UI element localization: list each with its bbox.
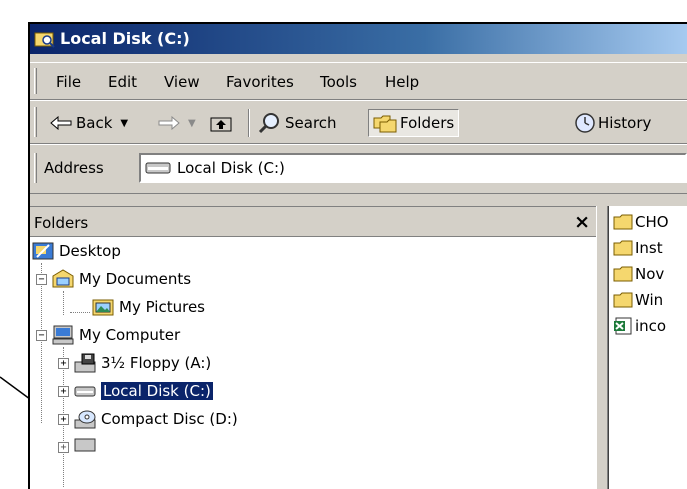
tree-item-floppy[interactable]: + 3½ Floppy (A:) [58, 349, 211, 377]
my-documents-icon [52, 269, 74, 288]
tree-item-partial[interactable]: + [58, 433, 101, 461]
up-folder-button[interactable] [210, 109, 232, 137]
file-item[interactable]: CHO [613, 210, 669, 234]
forward-arrow-icon [158, 116, 180, 130]
tree-line [70, 312, 90, 313]
tree-item-local-disk[interactable]: + Local Disk (C:) [58, 377, 213, 405]
tree-item-desktop[interactable]: Desktop [32, 237, 121, 265]
folders-pane-title: Folders [34, 214, 89, 232]
address-label: Address [44, 159, 104, 177]
hard-drive-icon [145, 162, 171, 174]
menu-view[interactable]: View [164, 73, 200, 91]
menu-bar-grip[interactable] [34, 68, 37, 94]
folder-icon [613, 214, 633, 230]
back-arrow-icon [50, 116, 72, 130]
forward-button[interactable]: ▼ [158, 109, 196, 137]
file-item[interactable]: inco [613, 314, 666, 338]
file-item-label: Inst [635, 239, 663, 257]
pane-splitter[interactable] [596, 206, 608, 489]
toolbar-grip[interactable] [34, 107, 37, 137]
tree-item-label: My Documents [79, 270, 192, 288]
file-item-label: inco [635, 317, 667, 335]
title-bar[interactable]: Local Disk (C:) [30, 24, 687, 54]
tree-item-label: Desktop [59, 242, 121, 260]
menu-edit[interactable]: Edit [108, 73, 137, 91]
address-bar-grip[interactable] [34, 153, 37, 183]
folders-icon [373, 115, 397, 133]
expand-icon[interactable]: + [58, 413, 69, 425]
back-button-label: Back [76, 114, 113, 132]
menu-help[interactable]: Help [385, 73, 419, 91]
tree-item-label: My Pictures [119, 298, 205, 316]
history-button-label: History [598, 114, 652, 132]
expand-icon[interactable]: + [58, 441, 69, 453]
up-folder-icon [210, 117, 232, 132]
tree-item-compact-disc[interactable]: + Compact Disc (D:) [58, 405, 238, 433]
file-item-label: Win [635, 291, 664, 309]
close-icon[interactable]: × [574, 211, 590, 233]
my-pictures-icon [92, 299, 114, 316]
folder-icon [613, 240, 633, 256]
my-computer-icon [52, 325, 74, 345]
search-button[interactable]: Search [258, 109, 337, 137]
toolbar-separator [248, 109, 250, 137]
tree-item-label: Compact Disc (D:) [101, 410, 238, 428]
expand-icon[interactable]: + [58, 385, 69, 397]
window-title: Local Disk (C:) [60, 29, 190, 48]
folder-tree: Desktop − My Documents My Pictures − My … [30, 237, 596, 489]
drive-icon [74, 438, 96, 452]
forward-dropdown-icon[interactable]: ▼ [188, 118, 196, 129]
folders-pane-header: Folders × [30, 207, 596, 237]
tree-item-label: Local Disk (C:) [101, 382, 213, 400]
history-icon [575, 113, 595, 133]
hard-drive-icon [74, 386, 96, 397]
cd-drive-icon [74, 410, 96, 429]
address-bar: Address Local Disk (C:) [30, 144, 687, 194]
tree-item-label: 3½ Floppy (A:) [101, 354, 212, 372]
tree-item-my-computer[interactable]: − My Computer [36, 321, 180, 349]
folders-pane: Folders × Desktop − My Documents My Pict… [30, 206, 596, 489]
collapse-icon[interactable]: − [36, 273, 47, 285]
tree-line [63, 291, 64, 315]
expand-icon[interactable]: + [58, 357, 69, 369]
address-input[interactable]: Local Disk (C:) [139, 153, 687, 183]
file-item-label: CHO [635, 213, 669, 231]
collapse-icon[interactable]: − [36, 329, 47, 341]
floppy-drive-icon [74, 353, 96, 373]
tree-item-my-documents[interactable]: − My Documents [36, 265, 191, 293]
folders-button[interactable]: Folders [368, 109, 460, 137]
explorer-window: Local Disk (C:) File Edit View Favorites… [28, 22, 687, 489]
desktop-icon [32, 242, 54, 260]
explorer-window-icon [34, 32, 55, 48]
file-item[interactable]: Win [613, 288, 663, 312]
menu-tools[interactable]: Tools [320, 73, 357, 91]
folder-icon [613, 266, 633, 282]
standard-toolbar: Back ▼ ▼ Search Folders History [30, 100, 687, 144]
search-button-label: Search [285, 114, 337, 132]
menu-favorites[interactable]: Favorites [226, 73, 294, 91]
file-list-pane: CHO Inst Nov Win inco [608, 206, 687, 489]
excel-file-icon [614, 317, 632, 335]
menu-file[interactable]: File [56, 73, 81, 91]
tree-item-my-pictures[interactable]: My Pictures [92, 293, 205, 321]
menu-bar: File Edit View Favorites Tools Help [30, 62, 687, 100]
file-item[interactable]: Nov [613, 262, 664, 286]
address-value: Local Disk (C:) [177, 159, 285, 177]
folder-icon [613, 292, 633, 308]
file-item-label: Nov [635, 265, 665, 283]
history-button[interactable]: History [574, 109, 651, 137]
back-button[interactable]: Back ▼ [50, 109, 128, 137]
back-dropdown-icon[interactable]: ▼ [120, 118, 128, 129]
tree-item-label: My Computer [79, 326, 181, 344]
search-icon [258, 113, 279, 134]
folders-button-label: Folders [400, 114, 455, 132]
file-item[interactable]: Inst [613, 236, 663, 260]
